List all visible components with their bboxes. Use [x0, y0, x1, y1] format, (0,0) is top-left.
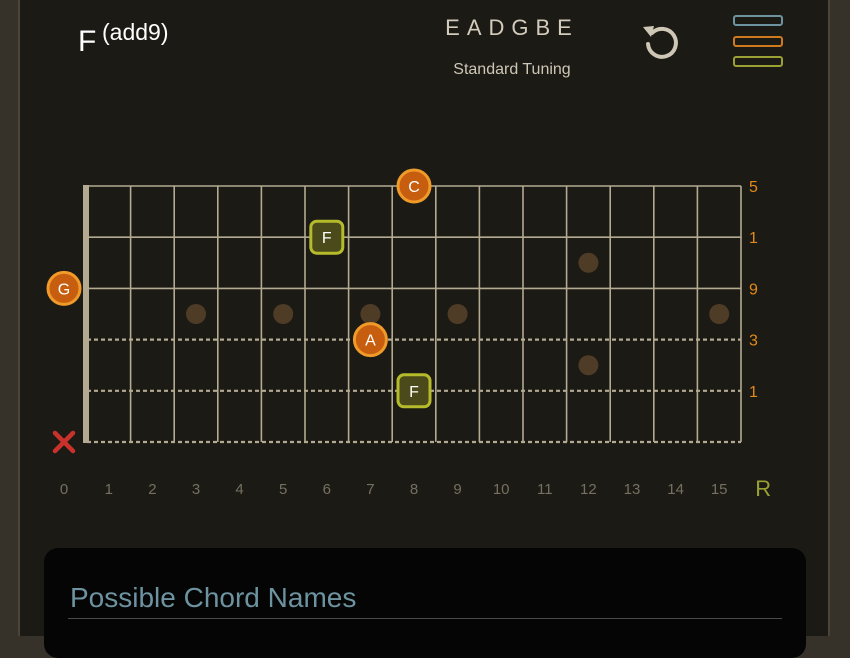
string-interval-label: 1 [749, 384, 758, 401]
string-interval-label: 3 [749, 333, 758, 350]
chord-names-panel: Possible Chord Names [44, 548, 806, 658]
string-interval-label: 9 [749, 281, 758, 298]
root-indicator-label: R [755, 476, 771, 501]
string-interval-label: 5 [749, 179, 758, 196]
fret-number: 15 [711, 481, 728, 498]
fret-inlay-dot [273, 304, 294, 324]
note-name-label: F [322, 230, 332, 247]
fret-number: 5 [279, 481, 287, 498]
fretboard[interactable]: 519310 1 2 3 4 5 6 7 8 9 10 11 12 13 14 15 RCFGAF [0, 0, 850, 520]
fret-number: 9 [453, 481, 461, 498]
note-name-label: F [409, 384, 419, 401]
chord-names-divider [68, 618, 782, 619]
fret-number: 14 [667, 481, 684, 498]
fret-number: 6 [323, 481, 331, 498]
fret-number: 3 [192, 481, 200, 498]
fret-number: 0 [60, 481, 68, 498]
string-interval-label: 1 [749, 230, 758, 247]
note-name-label: A [365, 333, 376, 350]
note-name-label: G [58, 281, 70, 298]
fret-inlay-dot [578, 355, 599, 376]
fret-number: 4 [235, 481, 243, 498]
fret-number: 2 [148, 481, 156, 498]
fret-number: 8 [410, 481, 418, 498]
note-name-label: C [408, 179, 420, 196]
chord-names-title: Possible Chord Names [70, 582, 357, 613]
fret-number: 13 [624, 481, 641, 498]
mute-x-icon[interactable] [52, 430, 76, 454]
fret-number: 12 [580, 481, 597, 498]
fret-inlay-dot [578, 252, 599, 273]
fret-inlay-dot [360, 304, 381, 324]
fret-inlay-dot [186, 304, 206, 324]
fret-inlay-dot [709, 304, 730, 324]
fret-number: 7 [366, 481, 374, 498]
fret-number: 1 [105, 481, 113, 498]
fret-number: 10 [493, 481, 510, 498]
nut [83, 185, 89, 443]
fret-inlay-dot [447, 304, 468, 324]
fret-number: 11 [537, 481, 553, 498]
